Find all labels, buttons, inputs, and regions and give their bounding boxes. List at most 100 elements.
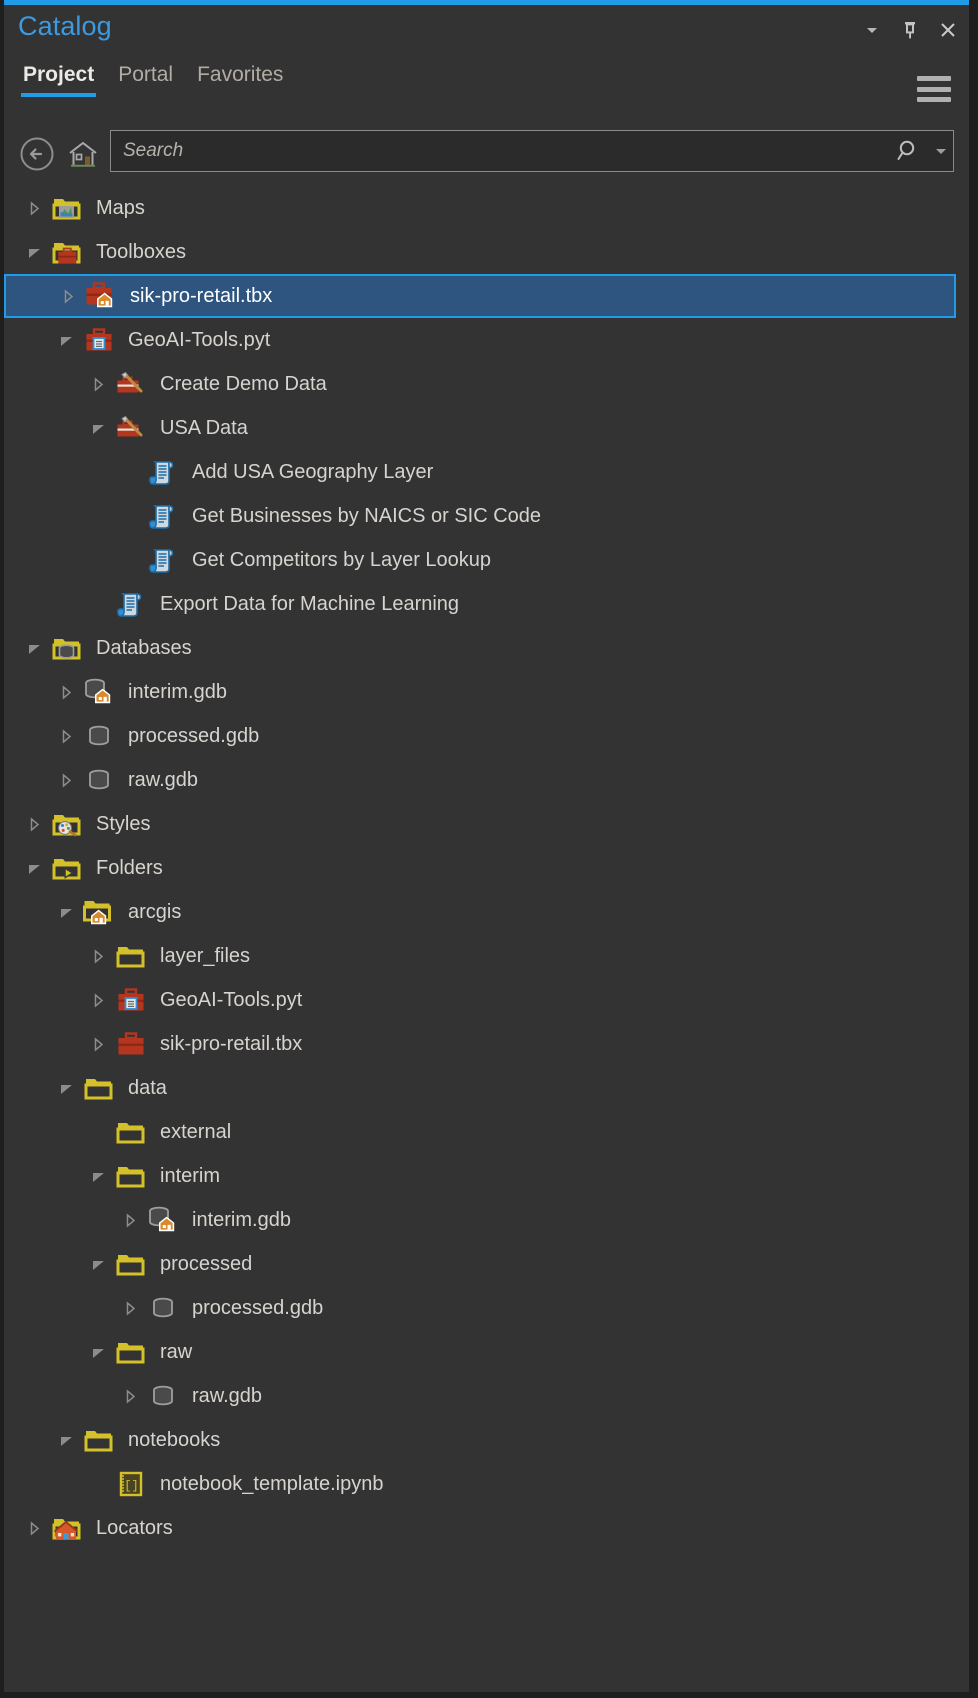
tree-item-label: raw.gdb bbox=[192, 1384, 263, 1407]
tree-item[interactable]: Add USA Geography Layer bbox=[4, 450, 969, 494]
pane-title-bar: Catalog bbox=[4, 5, 969, 59]
tree-item-label: sik-pro-retail.tbx bbox=[130, 284, 273, 307]
expand-triangle-icon[interactable] bbox=[86, 988, 110, 1012]
tree-item[interactable]: [] notebook_template.ipynb bbox=[4, 1462, 969, 1506]
toolbox-icon bbox=[114, 1027, 148, 1061]
collapse-triangle-icon[interactable] bbox=[54, 1076, 78, 1100]
tab-project[interactable]: Project bbox=[21, 63, 97, 99]
collapse-triangle-icon[interactable] bbox=[54, 328, 78, 352]
search-input[interactable] bbox=[111, 131, 889, 171]
hamburger-menu-icon[interactable] bbox=[917, 76, 951, 102]
tree-item-label: processed.gdb bbox=[192, 1296, 324, 1319]
tab-favorites[interactable]: Favorites bbox=[195, 63, 285, 99]
tree-item-selected[interactable]: sik-pro-retail.tbx bbox=[4, 274, 956, 318]
collapse-triangle-icon[interactable] bbox=[22, 856, 46, 880]
tree-item[interactable]: processed.gdb bbox=[4, 714, 969, 758]
expand-triangle-icon[interactable] bbox=[86, 1032, 110, 1056]
expand-triangle-icon[interactable] bbox=[54, 724, 78, 748]
tree-item[interactable]: sik-pro-retail.tbx bbox=[4, 1022, 969, 1066]
expand-triangle-icon[interactable] bbox=[56, 284, 80, 308]
tab-portal[interactable]: Portal bbox=[116, 63, 175, 99]
tree-item[interactable]: interim.gdb bbox=[4, 1198, 969, 1242]
tree-item-label: Export Data for Machine Learning bbox=[160, 592, 460, 615]
collapse-triangle-icon[interactable] bbox=[86, 416, 110, 440]
tree-item-label: Styles bbox=[96, 812, 151, 835]
tree-item[interactable]: interim.gdb bbox=[4, 670, 969, 714]
expand-triangle-icon[interactable] bbox=[118, 1208, 142, 1232]
collapse-triangle-icon[interactable] bbox=[54, 1428, 78, 1452]
collapse-triangle-icon[interactable] bbox=[22, 240, 46, 264]
folder-locators-icon bbox=[50, 1511, 84, 1545]
tree-item-label: interim bbox=[160, 1164, 221, 1187]
close-icon[interactable] bbox=[933, 16, 963, 44]
tree-item[interactable]: processed bbox=[4, 1242, 969, 1286]
tree-item[interactable]: external bbox=[4, 1110, 969, 1154]
tree-item-label: raw bbox=[160, 1340, 193, 1363]
expand-triangle-icon[interactable] bbox=[118, 1296, 142, 1320]
toolbox-home-icon bbox=[84, 279, 118, 313]
geodatabase-home-icon bbox=[82, 675, 116, 709]
expand-triangle-icon[interactable] bbox=[22, 812, 46, 836]
tree-item-label: interim.gdb bbox=[128, 680, 227, 703]
tree-item-label: GeoAI-Tools.pyt bbox=[160, 988, 303, 1011]
tree-item-label: Folders bbox=[96, 856, 163, 879]
expand-triangle-icon[interactable] bbox=[118, 1384, 142, 1408]
tree-item[interactable]: raw.gdb bbox=[4, 758, 969, 802]
collapse-triangle-icon[interactable] bbox=[86, 1252, 110, 1276]
collapse-triangle-icon[interactable] bbox=[22, 636, 46, 660]
tree-item[interactable]: Get Businesses by NAICS or SIC Code bbox=[4, 494, 969, 538]
search-dropdown-icon[interactable] bbox=[929, 131, 953, 171]
folder-styles-icon bbox=[50, 807, 84, 841]
catalog-pane: Catalog Project Portal Favorites Search … bbox=[0, 0, 978, 1698]
collapse-triangle-icon[interactable] bbox=[54, 900, 78, 924]
search-box[interactable] bbox=[110, 130, 954, 172]
geodatabase-icon bbox=[146, 1291, 180, 1325]
expand-triangle-icon[interactable] bbox=[54, 680, 78, 704]
tree-item[interactable]: Folders bbox=[4, 846, 969, 890]
collapse-triangle-icon[interactable] bbox=[86, 1164, 110, 1188]
tree-item[interactable]: Get Competitors by Layer Lookup bbox=[4, 538, 969, 582]
tree-item[interactable]: processed.gdb bbox=[4, 1286, 969, 1330]
tree-item[interactable]: Toolboxes bbox=[4, 230, 969, 274]
tree-item[interactable]: Styles bbox=[4, 802, 969, 846]
home-icon[interactable] bbox=[62, 133, 104, 175]
tree-item-label: Get Businesses by NAICS or SIC Code bbox=[192, 504, 542, 527]
tree-item[interactable]: raw.gdb bbox=[4, 1374, 969, 1418]
folder-databases-icon bbox=[50, 631, 84, 665]
tree-item[interactable]: Create Demo Data bbox=[4, 362, 969, 406]
script-tool-icon bbox=[146, 543, 180, 577]
tree-item[interactable]: Databases bbox=[4, 626, 969, 670]
pin-icon[interactable] bbox=[895, 16, 925, 44]
tree-item-label: Add USA Geography Layer bbox=[192, 460, 434, 483]
tree-item[interactable]: interim bbox=[4, 1154, 969, 1198]
tree-item-label: raw.gdb bbox=[128, 768, 199, 791]
tree-item[interactable]: GeoAI-Tools.pyt bbox=[4, 978, 969, 1022]
script-tool-icon bbox=[146, 499, 180, 533]
tree-item[interactable]: Maps bbox=[4, 186, 969, 230]
expand-triangle-icon[interactable] bbox=[22, 196, 46, 220]
folder-icon bbox=[114, 1247, 148, 1281]
chevron-down-icon[interactable] bbox=[857, 16, 887, 44]
expand-triangle-icon[interactable] bbox=[86, 372, 110, 396]
folder-icon bbox=[114, 1335, 148, 1369]
tree-item[interactable]: arcgis bbox=[4, 890, 969, 934]
folder-toolboxes-icon bbox=[50, 235, 84, 269]
tree-item[interactable]: GeoAI-Tools.pyt bbox=[4, 318, 969, 362]
tree-item[interactable]: raw bbox=[4, 1330, 969, 1374]
tree-item[interactable]: Export Data for Machine Learning bbox=[4, 582, 969, 626]
tree-item[interactable]: layer_files bbox=[4, 934, 969, 978]
tree-item[interactable]: Locators bbox=[4, 1506, 969, 1550]
collapse-triangle-icon[interactable] bbox=[86, 1340, 110, 1364]
expand-triangle-icon[interactable] bbox=[54, 768, 78, 792]
toolset-icon bbox=[114, 411, 148, 445]
tree-item-label: GeoAI-Tools.pyt bbox=[128, 328, 271, 351]
catalog-tree[interactable]: Maps Toolboxes sik-pro-retail.tbx GeoAI-… bbox=[4, 186, 969, 1692]
expand-triangle-icon[interactable] bbox=[86, 944, 110, 968]
tree-item-label: Locators bbox=[96, 1516, 173, 1539]
back-arrow-icon[interactable] bbox=[16, 133, 58, 175]
search-icon[interactable] bbox=[889, 131, 929, 171]
tree-item[interactable]: data bbox=[4, 1066, 969, 1110]
tree-item[interactable]: USA Data bbox=[4, 406, 969, 450]
tree-item[interactable]: notebooks bbox=[4, 1418, 969, 1462]
expand-triangle-icon[interactable] bbox=[22, 1516, 46, 1540]
